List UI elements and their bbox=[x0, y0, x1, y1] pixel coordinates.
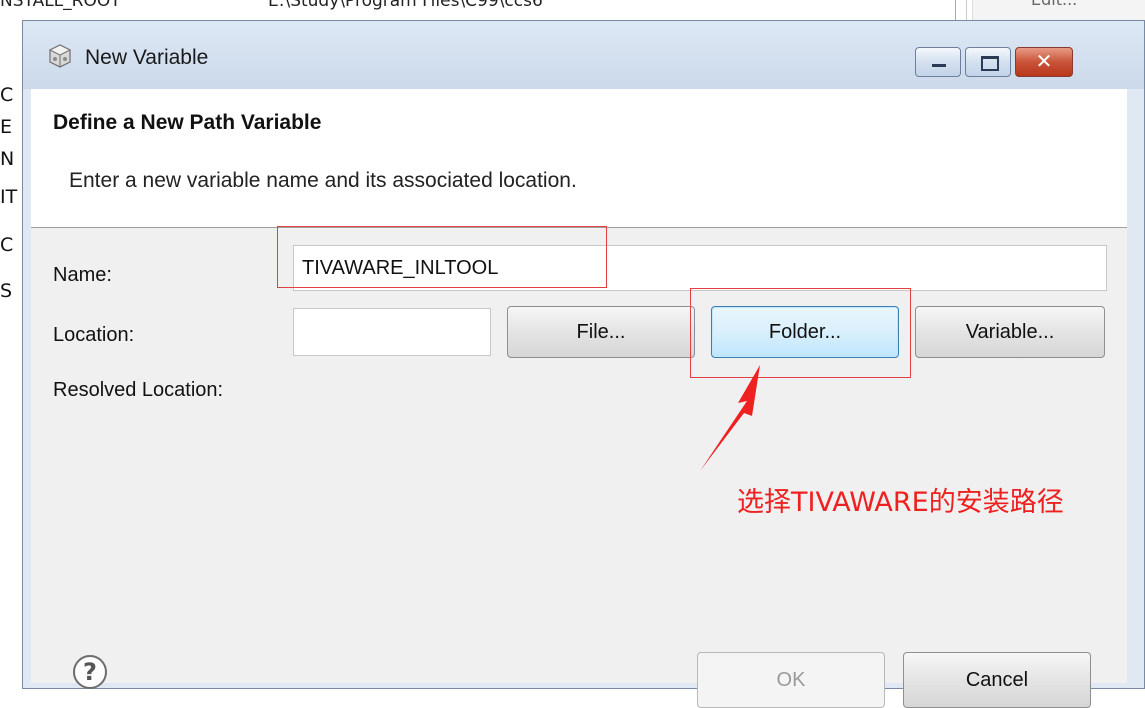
dialog-titlebar[interactable]: New Variable ✕ bbox=[23, 21, 1144, 89]
background-path-row: NSTALL_ROOT E:\Study\Program Files\C99\c… bbox=[0, 0, 960, 22]
name-label: Name: bbox=[53, 264, 112, 286]
cancel-button[interactable]: Cancel bbox=[903, 652, 1091, 708]
background-list-item: C bbox=[0, 84, 14, 106]
banner-message: Enter a new variable name and its associ… bbox=[69, 169, 577, 192]
name-highlight-box bbox=[277, 226, 607, 288]
variable-form: Name: TIVAWARE_INLTOOL Location: File...… bbox=[31, 228, 1127, 708]
maximize-icon[interactable] bbox=[965, 47, 1011, 77]
close-glyph: ✕ bbox=[1035, 49, 1053, 73]
new-variable-dialog: New Variable ✕ Define a New Path Variabl… bbox=[22, 20, 1145, 708]
location-input[interactable] bbox=[293, 308, 491, 356]
background-list-item: IT bbox=[0, 186, 18, 208]
location-label: Location: bbox=[53, 324, 135, 346]
background-list-item: N bbox=[0, 148, 15, 170]
background-list-item: S bbox=[0, 280, 13, 302]
background-edit-label: Edit... bbox=[1031, 0, 1077, 9]
background-variable-value: E:\Study\Program Files\C99\ccs6 bbox=[268, 0, 543, 11]
annotation-arrow-icon bbox=[700, 365, 760, 471]
background-list-item: C bbox=[0, 234, 14, 256]
resolved-location-label: Resolved Location: bbox=[53, 379, 224, 401]
file-button[interactable]: File... bbox=[507, 306, 695, 358]
dialog-banner: Define a New Path Variable Enter a new v… bbox=[31, 89, 1127, 228]
close-icon[interactable]: ✕ bbox=[1015, 47, 1073, 77]
background-list-item: E bbox=[0, 116, 13, 138]
dialog-title: New Variable bbox=[85, 46, 209, 69]
help-icon[interactable]: ? bbox=[73, 655, 107, 689]
ok-button[interactable]: OK bbox=[697, 652, 885, 708]
dialog-content: Define a New Path Variable Enter a new v… bbox=[31, 89, 1127, 708]
variable-icon bbox=[48, 44, 72, 68]
variable-button[interactable]: Variable... bbox=[915, 306, 1105, 358]
annotation-text: 选择TIVAWARE的安装路径 bbox=[737, 487, 1064, 518]
background-variable-list: C E N IT C S bbox=[0, 0, 22, 689]
minimize-icon[interactable] bbox=[915, 47, 961, 77]
banner-heading: Define a New Path Variable bbox=[53, 111, 322, 134]
